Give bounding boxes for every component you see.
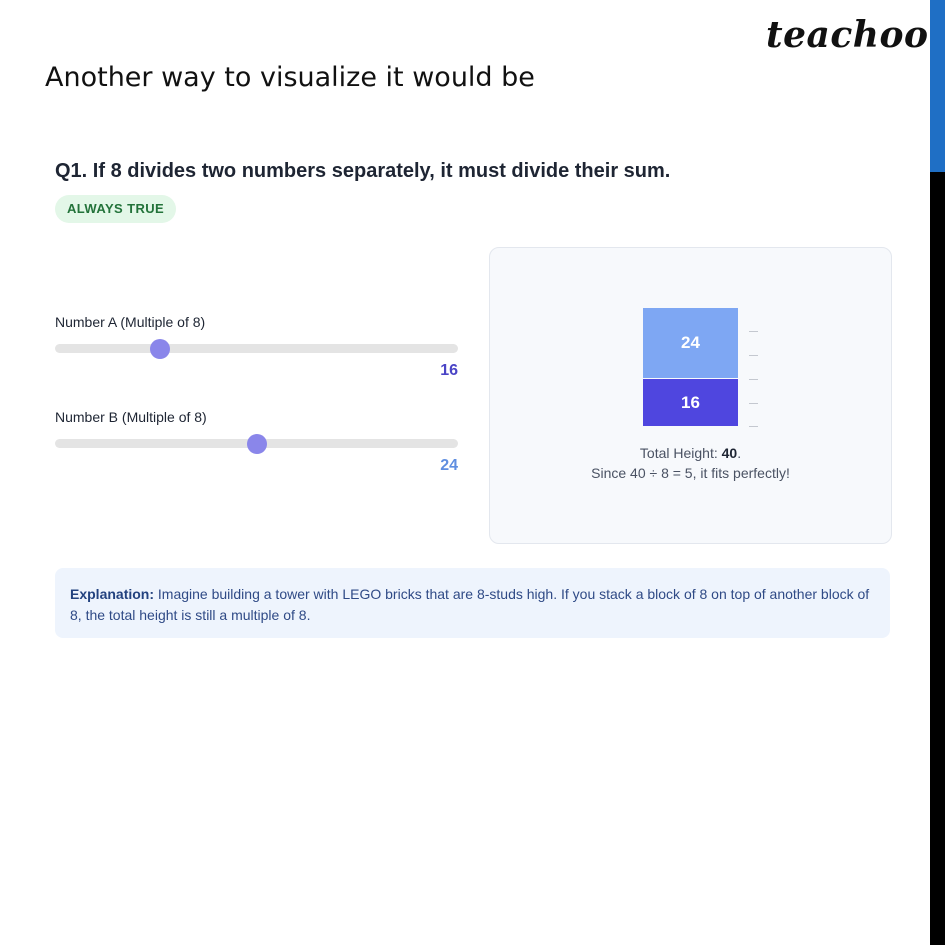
slider-b-label: Number B (Multiple of 8): [55, 409, 207, 425]
intro-text: Another way to visualize it would be: [45, 62, 535, 93]
slider-b-value: 24: [440, 457, 458, 474]
scale-tick: [749, 379, 758, 380]
status-badge: ALWAYS TRUE: [55, 195, 177, 223]
teachoo-logo: teachoo: [766, 14, 929, 56]
slider-a-label: Number A (Multiple of 8): [55, 314, 206, 330]
right-edge-accent: [930, 0, 945, 172]
total-height-suffix: .: [737, 445, 742, 461]
total-height-label: Total Height:: [639, 445, 718, 461]
slider-b-track[interactable]: [55, 433, 458, 454]
total-height-line: Total Height: 40.: [490, 445, 891, 461]
tower-visual-panel: 24 16 Total Height: 40. Since 40 ÷ 8 = 5…: [489, 247, 892, 544]
scale-tick: [749, 355, 758, 356]
question-title: Q1. If 8 divides two numbers separately,…: [55, 160, 671, 182]
explanation-text: Explanation: Imagine building a tower wi…: [70, 584, 870, 626]
slider-a-thumb[interactable]: [149, 338, 170, 359]
explanation-box: Explanation: Imagine building a tower wi…: [55, 568, 890, 638]
scale-tick: [749, 426, 758, 427]
scale-tick: [749, 403, 758, 404]
slider-a-track[interactable]: [55, 338, 458, 359]
total-height-value: 40: [721, 445, 738, 461]
slider-b-thumb[interactable]: [246, 433, 267, 454]
tower-block-top: 24: [643, 308, 738, 378]
tower-block-bottom: 16: [643, 379, 738, 426]
scale-tick: [749, 331, 758, 332]
slider-a-value: 16: [440, 362, 458, 379]
explanation-label: Explanation:: [70, 586, 155, 602]
divisibility-note: Since 40 ÷ 8 = 5, it fits perfectly!: [591, 465, 790, 481]
explanation-body: Imagine building a tower with LEGO brick…: [70, 586, 870, 623]
